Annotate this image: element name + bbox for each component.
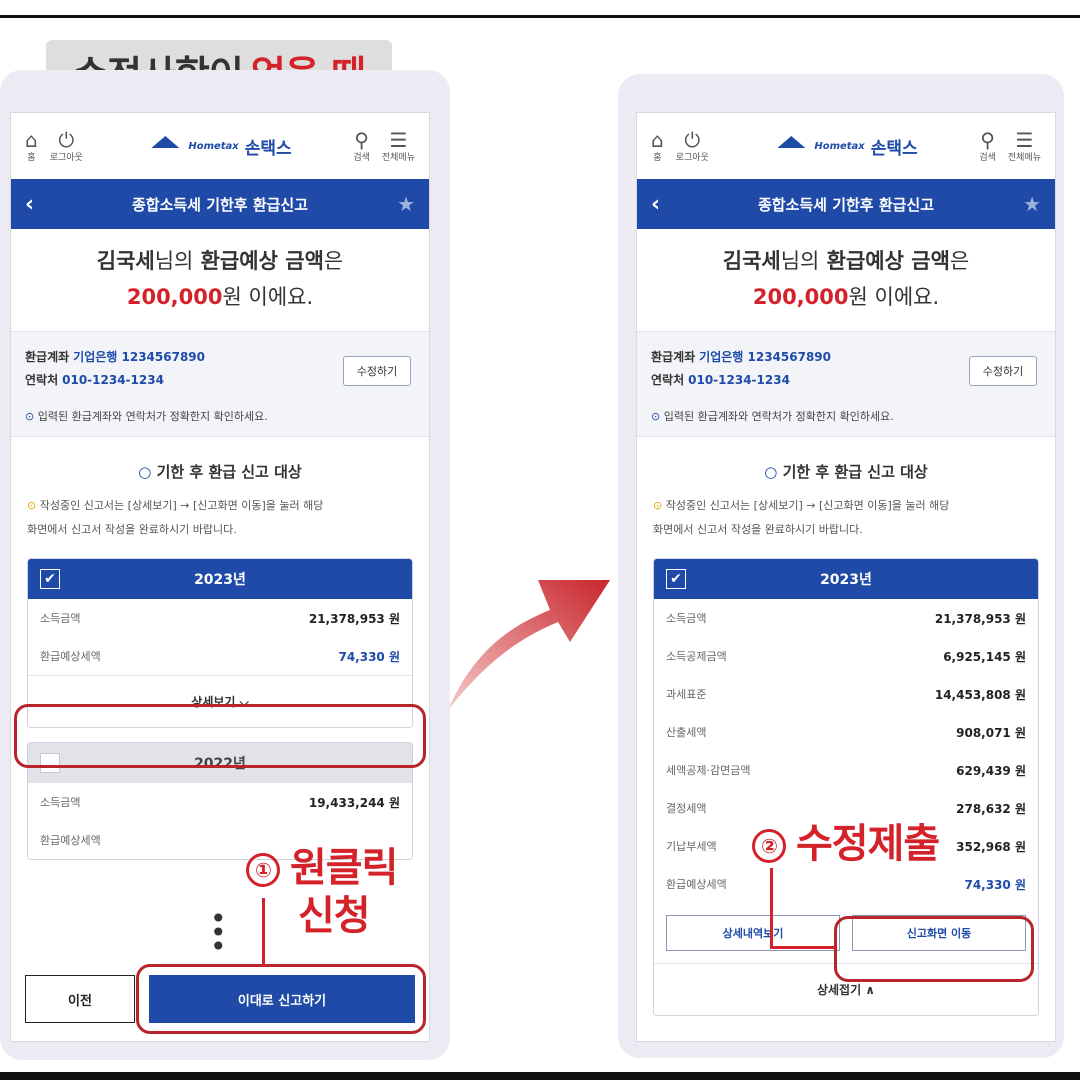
guide-text: ⊙ 작성중인 신고서는 [상세보기] → [신고화면 이동]을 눌러 해당 화면에… bbox=[653, 499, 950, 536]
refund-amount: 200,000 bbox=[126, 285, 223, 309]
list-item: 환급예상세액 74,330 원 bbox=[40, 649, 400, 664]
guide-text: ⊙ 작성중인 신고서는 [상세보기] → [신고화면 이동]을 눌러 해당 화면에… bbox=[27, 499, 324, 536]
submit-highlight bbox=[136, 964, 426, 1034]
menu-icon: ☰ bbox=[389, 127, 408, 152]
home-icon: ⌂ bbox=[25, 127, 38, 152]
list-item: 환급예상세액 74,330 원 bbox=[666, 877, 1026, 892]
logout-button[interactable]: ⏻ 로그아웃 bbox=[50, 130, 83, 163]
check-icon[interactable]: ✔ bbox=[40, 569, 60, 589]
search-button[interactable]: ⚲ 검색 bbox=[979, 130, 996, 163]
circle-icon: ○ bbox=[138, 463, 152, 481]
edit-button[interactable]: 수정하기 bbox=[969, 356, 1037, 386]
power-icon: ⏻ bbox=[684, 127, 701, 152]
top-bar: ⌂ 홈 ⏻ 로그아웃 Hometax 손택스 ⚲ 검색 ☰ 전체메뉴 bbox=[11, 113, 429, 179]
search-icon: ⚲ bbox=[980, 127, 995, 152]
refund-summary: 김국세님의 환급예상 금액은 200,000원 이에요. bbox=[722, 249, 970, 309]
list-item: 소득공제금액 6,925,145 원 bbox=[666, 649, 1026, 664]
frame-top-border bbox=[0, 0, 1080, 18]
list-item: 산출세액 908,071 원 bbox=[666, 725, 1026, 740]
star-icon[interactable]: ★ bbox=[397, 192, 415, 216]
page-title: 종합소득세 기한후 환급신고 bbox=[757, 195, 935, 214]
frame-bottom-border bbox=[0, 1072, 1080, 1080]
detail-view-highlight bbox=[14, 704, 426, 768]
callout2-connector-h bbox=[770, 946, 836, 949]
back-icon[interactable]: ‹ bbox=[651, 192, 660, 217]
page-title: 종합소득세 기한후 환급신고 bbox=[131, 195, 309, 214]
year-card-2023: ✔ 2023년 소득금액 21,378,953 원 환급예상세액 74,330 원 … bbox=[27, 558, 413, 728]
star-icon[interactable]: ★ bbox=[1023, 192, 1041, 216]
home-button[interactable]: ⌂ 홈 bbox=[25, 130, 38, 163]
check-icon[interactable]: ✔ bbox=[666, 569, 686, 589]
title-bar: ‹ 종합소득세 기한후 환급신고 ★ bbox=[637, 179, 1055, 229]
top-bar: ⌂ 홈 ⏻ 로그아웃 Hometax 손택스 ⚲ 검색 ☰ 전체메뉴 bbox=[637, 113, 1055, 179]
callout-edit-submit: ② 수정제출 bbox=[752, 820, 940, 868]
warning-icon: ⊙ bbox=[653, 499, 663, 512]
search-icon: ⚲ bbox=[354, 127, 369, 152]
circle-icon: ○ bbox=[764, 463, 778, 481]
year-header-2023[interactable]: ✔ 2023년 bbox=[654, 559, 1038, 599]
account-notice: ⊙ 입력된 환급계좌와 연락처가 정확한지 확인하세요. bbox=[651, 410, 894, 423]
logout-button[interactable]: ⏻ 로그아웃 bbox=[676, 130, 709, 163]
menu-button[interactable]: ☰ 전체메뉴 bbox=[382, 130, 415, 163]
hometax-roof-icon bbox=[148, 136, 182, 156]
menu-button[interactable]: ☰ 전체메뉴 bbox=[1008, 130, 1041, 163]
hometax-roof-icon bbox=[774, 136, 808, 156]
brand-logo[interactable]: Hometax 손택스 bbox=[148, 134, 292, 159]
callout2-connector-v bbox=[770, 868, 773, 948]
callout-one-click: ① 원클릭 신청 bbox=[246, 844, 398, 940]
year-header-2023[interactable]: ✔ 2023년 bbox=[28, 559, 412, 599]
info-icon: ⊙ bbox=[651, 410, 661, 423]
power-icon: ⏻ bbox=[58, 127, 75, 152]
list-item: 소득금액 21,378,953 원 bbox=[40, 611, 400, 626]
account-notice: ⊙ 입력된 환급계좌와 연락처가 정확한지 확인하세요. bbox=[25, 410, 268, 423]
arrow-icon bbox=[448, 580, 610, 710]
title-bar: ‹ 종합소득세 기한후 환급신고 ★ bbox=[11, 179, 429, 229]
list-item: 소득금액 19,433,244 원 bbox=[40, 795, 400, 810]
search-button[interactable]: ⚲ 검색 bbox=[353, 130, 370, 163]
edit-button[interactable]: 수정하기 bbox=[343, 356, 411, 386]
move-button-highlight bbox=[834, 916, 1034, 982]
target-title: ○ 기한 후 환급 신고 대상 bbox=[138, 463, 302, 481]
prev-button[interactable]: 이전 bbox=[25, 975, 135, 1023]
refund-amount: 200,000 bbox=[752, 285, 849, 309]
account-section: 환급계좌 기업은행 1234567890 연락처 010-1234-1234 수정하… bbox=[11, 331, 429, 437]
brand-logo[interactable]: Hometax 손택스 bbox=[774, 134, 918, 159]
account-section: 환급계좌 기업은행 1234567890 연락처 010-1234-1234 수정하… bbox=[637, 331, 1055, 437]
list-item: 과세표준 14,453,808 원 bbox=[666, 687, 1026, 702]
list-item: 세액공제·감면금액 629,439 원 bbox=[666, 763, 1026, 778]
home-icon: ⌂ bbox=[651, 127, 664, 152]
vertical-dots-icon: • • • bbox=[210, 902, 227, 963]
back-icon[interactable]: ‹ bbox=[25, 192, 34, 217]
right-phone-screen: ⌂ 홈 ⏻ 로그아웃 Hometax 손택스 ⚲ 검색 ☰ 전체메뉴 ‹ 종합소득세 기… bbox=[636, 112, 1056, 1042]
list-item: 소득금액 21,378,953 원 bbox=[666, 611, 1026, 626]
refund-summary: 김국세님의 환급예상 금액은 200,000원 이에요. bbox=[96, 249, 344, 309]
menu-icon: ☰ bbox=[1015, 127, 1034, 152]
home-button[interactable]: ⌂ 홈 bbox=[651, 130, 664, 163]
info-icon: ⊙ bbox=[25, 410, 35, 423]
warning-icon: ⊙ bbox=[27, 499, 37, 512]
target-title: ○ 기한 후 환급 신고 대상 bbox=[764, 463, 928, 481]
